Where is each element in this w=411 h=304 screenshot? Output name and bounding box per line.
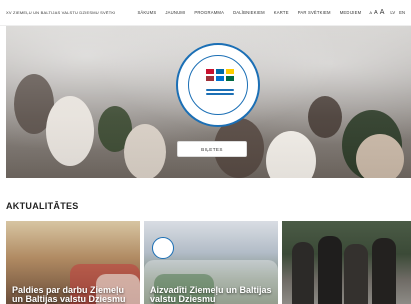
news-card[interactable]: Paldies par darbu Ziemeļu un Baltijas va… [6, 221, 140, 304]
nav-item-news[interactable]: JAUNUMI [165, 10, 185, 15]
news-card[interactable]: Aizvadīti Ziemeļu un Baltijas valstu Dzi… [144, 221, 278, 304]
flag-icon [216, 76, 224, 81]
language-en[interactable]: EN [399, 10, 405, 15]
language-lv[interactable]: LV [390, 10, 395, 15]
nav-item-map[interactable]: KARTE [274, 10, 289, 15]
font-size-medium[interactable]: A [374, 10, 378, 16]
person-silhouette [372, 238, 396, 304]
flag-icon [206, 69, 214, 74]
nav-item-participants[interactable]: DALĪBNIEKIEM [233, 10, 265, 15]
flag-icon [226, 76, 234, 81]
flags-icon [206, 69, 234, 81]
news-cards: Paldies par darbu Ziemeļu un Baltijas va… [6, 221, 411, 304]
person-silhouette [318, 236, 342, 304]
font-size-large[interactable]: A [380, 9, 385, 16]
person-silhouette [344, 244, 368, 304]
top-navigation-bar: XV ZIEMEĻU UN BALTIJAS VALSTU DZIESMU SV… [0, 0, 411, 26]
font-size-small[interactable]: A [369, 10, 372, 15]
emblem-ring [188, 55, 248, 115]
news-card[interactable] [282, 221, 411, 304]
nav-item-home[interactable]: SĀKUMS [137, 10, 156, 15]
flag-icon [216, 69, 224, 74]
font-size-control: A A A [369, 9, 384, 16]
flag-icon [206, 76, 214, 81]
nav-item-media[interactable]: MEDIJIEM [340, 10, 362, 15]
main-nav: SĀKUMS JAUNUMI PROGRAMMA DALĪBNIEKIEM KA… [137, 10, 361, 15]
site-name[interactable]: XV ZIEMEĻU UN BALTIJAS VALSTU DZIESMU SV… [6, 10, 123, 15]
news-card-title[interactable]: Paldies par darbu Ziemeļu un Baltijas va… [12, 286, 136, 304]
news-card-title[interactable]: Aizvadīti Ziemeļu un Baltijas valstu Dzi… [150, 286, 274, 304]
news-section-title: AKTUALITĀTES [6, 201, 79, 211]
nav-item-program[interactable]: PROGRAMMA [194, 10, 224, 15]
page-margin [0, 26, 6, 178]
nav-item-about[interactable]: PAR SVĒTKIEM [298, 10, 331, 15]
festival-emblem-icon [176, 43, 260, 127]
wave-icon [206, 93, 234, 95]
person-silhouette [292, 242, 314, 304]
language-switcher: LV EN [390, 10, 405, 15]
wave-icon [206, 89, 234, 91]
festival-emblem-icon [152, 237, 174, 259]
tickets-button[interactable]: BIĻETES [177, 141, 247, 157]
flag-icon [226, 69, 234, 74]
